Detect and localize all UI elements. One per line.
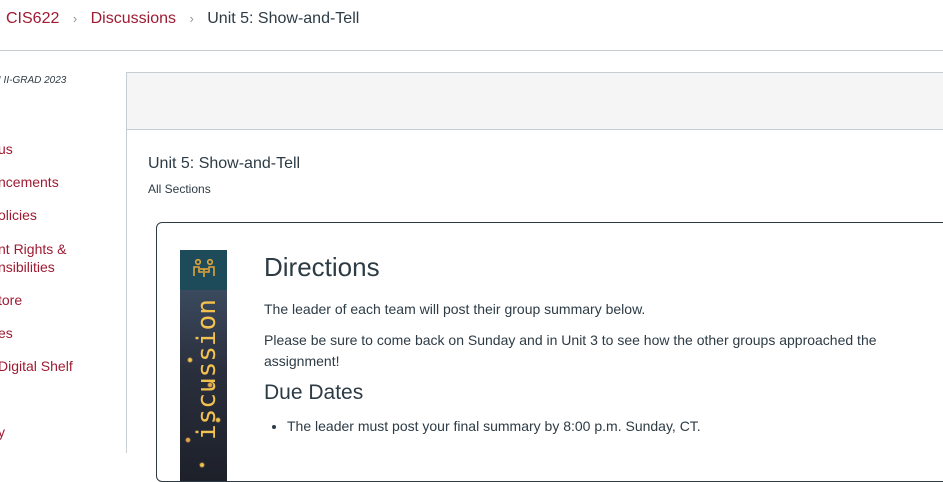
directions-paragraph-1: The leader of each team will post their … (264, 301, 646, 317)
discussion-content: Unit 5: Show-and-Tell All Sections iscus… (126, 72, 943, 482)
nav-item-bookstore[interactable]: tore (0, 291, 22, 309)
nav-item-announcements[interactable]: ncements (0, 173, 59, 191)
breadcrumb-separator-icon: › (72, 11, 78, 26)
breadcrumb-discussions-link[interactable]: Discussions (91, 10, 176, 27)
breadcrumb: CIS622 › Discussions › Unit 5: Show-and-… (6, 9, 359, 29)
meeting-people-icon (193, 258, 215, 277)
nav-item-digital-shelf[interactable]: Digital Shelf (0, 357, 73, 375)
nav-item-responsibilities[interactable]: nsibilities (0, 258, 55, 276)
breadcrumb-separator-icon: › (189, 11, 194, 26)
discussion-toolbar (127, 72, 943, 130)
topic-title: Unit 5: Show-and-Tell (148, 155, 301, 172)
course-term: I II-GRAD 2023 (0, 75, 67, 86)
nav-item-policies[interactable]: olicies (0, 206, 37, 224)
course-navigation: I II-GRAD 2023 us ncements olicies nt Ri… (0, 51, 126, 453)
directions-paragraph-2: Please be sure to come back on Sunday an… (264, 332, 877, 369)
directions-heading: Directions (264, 252, 380, 282)
due-dates-heading: Due Dates (264, 381, 364, 404)
nav-item-modules[interactable]: es (0, 324, 13, 342)
nav-item-syllabus[interactable]: us (0, 140, 13, 158)
topic-message: iscussion Directions The leader of each … (156, 222, 943, 482)
list-item: The leader must post your final summary … (287, 416, 701, 436)
breadcrumb-bar: CIS622 › Discussions › Unit 5: Show-and-… (0, 0, 943, 51)
topic-sections: All Sections (148, 182, 211, 196)
due-dates-list: The leader must post your final summary … (264, 416, 701, 436)
nav-item-library[interactable]: y (0, 423, 5, 441)
nav-item-student-rights[interactable]: nt Rights & (0, 240, 66, 258)
breadcrumb-current: Unit 5: Show-and-Tell (207, 10, 360, 27)
discussion-banner-image: iscussion (180, 250, 227, 481)
banner-text: iscussion (192, 299, 222, 440)
breadcrumb-course-link[interactable]: CIS622 (6, 10, 59, 27)
